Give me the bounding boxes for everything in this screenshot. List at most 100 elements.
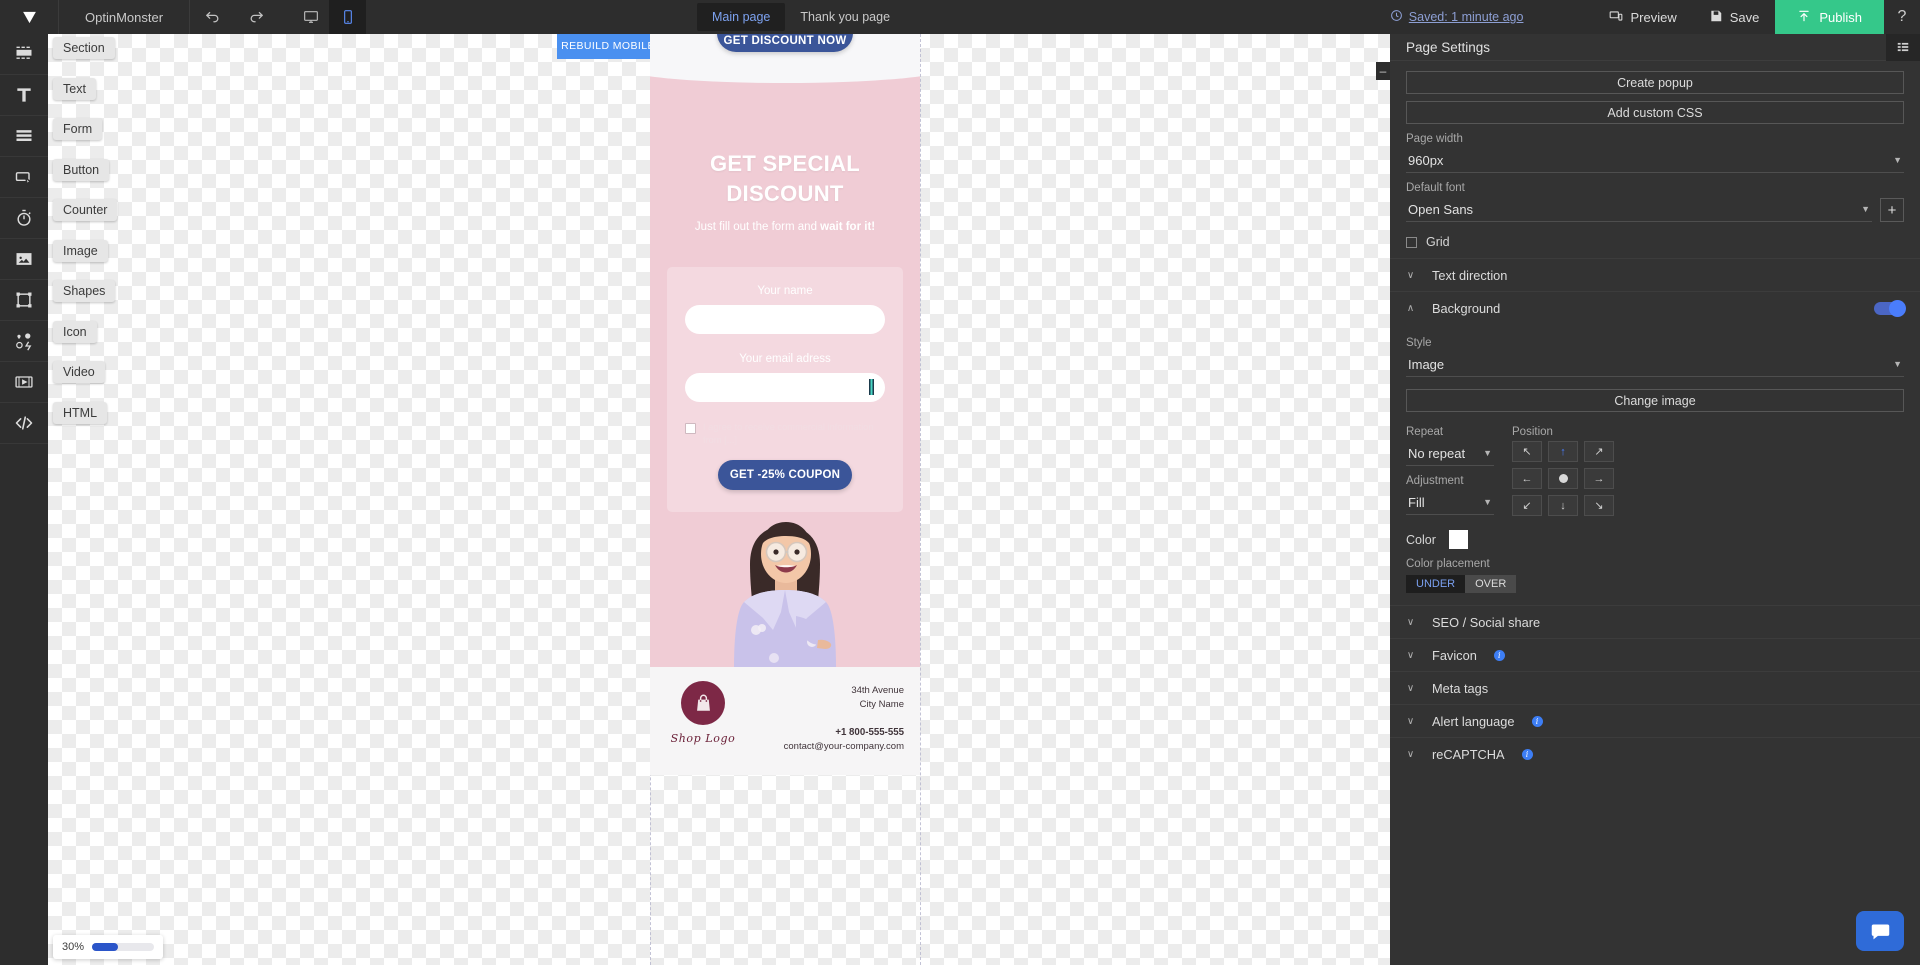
default-font-label: Default font (1406, 182, 1465, 194)
accordion-alert-language[interactable]: ∨ Alert language i (1390, 704, 1920, 737)
rebuild-mobile-badge[interactable]: REBUILD MOBILE (557, 34, 659, 59)
accordion-favicon[interactable]: ∨ Favicon i (1390, 638, 1920, 671)
brand-logo-icon[interactable] (0, 0, 58, 34)
palette-chip-text[interactable]: Text (53, 77, 96, 100)
desktop-view-icon[interactable] (292, 0, 330, 34)
preview-top-section[interactable]: GET DISCOUNT NOW (650, 34, 920, 67)
color-swatch[interactable] (1448, 530, 1468, 549)
accordion-seo-social-share[interactable]: ∨ SEO / Social share (1390, 605, 1920, 638)
code-brackets-icon[interactable] (0, 403, 48, 444)
text-t-icon[interactable] (0, 75, 48, 116)
change-image-button[interactable]: Change image (1406, 389, 1904, 412)
placement-under-button[interactable]: UNDER (1406, 575, 1466, 593)
default-font-value: Open Sans (1408, 201, 1474, 217)
page-footer[interactable]: Shop Logo 34th Avenue City Name +1 800-5… (650, 667, 920, 776)
email-field-wrap[interactable] (685, 373, 885, 403)
placement-over-button[interactable]: OVER (1465, 575, 1517, 593)
saved-label: Saved: 1 minute ago (1408, 10, 1524, 24)
section-icon[interactable] (0, 34, 48, 75)
name-field-wrap[interactable] (685, 305, 885, 335)
project-name[interactable]: OptinMonster (59, 10, 189, 25)
editor-canvas[interactable]: Section Text Form Button Counter Image S… (48, 34, 1390, 965)
guide-line-right (920, 34, 921, 965)
help-button[interactable]: ? (1884, 0, 1920, 34)
undo-icon[interactable] (190, 0, 234, 34)
position-top-right[interactable]: ↗ (1584, 441, 1614, 462)
palette-chip-icon[interactable]: Icon (53, 320, 97, 343)
palette-chip-button[interactable]: Button (53, 158, 110, 181)
accordion-background[interactable]: ∧ Background (1390, 291, 1920, 324)
create-popup-button[interactable]: Create popup (1406, 71, 1904, 94)
palette-chip-video[interactable]: Video (53, 361, 105, 383)
adjustment-select[interactable]: Fill ▼ (1406, 490, 1494, 515)
page-preview-frame[interactable]: GET DISCOUNT NOW GET SPECIAL DISCOUNT Ju… (650, 34, 920, 794)
background-style-value: Image (1408, 356, 1445, 372)
icons-cluster-icon[interactable] (0, 321, 48, 362)
position-grid: ↖ ↑ ↗ ← → ↙ ↓ ↘ (1512, 441, 1904, 516)
background-toggle[interactable] (1874, 299, 1906, 317)
info-icon[interactable]: i (1493, 649, 1505, 661)
consent-row[interactable]: I agree to receive commercial informatio… (685, 421, 885, 446)
position-column: Position ↖ ↑ ↗ ← → ↙ ↓ ↘ (1512, 426, 1904, 516)
hero-section[interactable]: GET SPECIAL DISCOUNT Just fill out the f… (650, 67, 920, 668)
accordion-recaptcha[interactable]: ∨ reCAPTCHA i (1390, 737, 1920, 770)
background-style-select[interactable]: Image ▼ (1406, 352, 1904, 377)
grid-toggle-row[interactable]: Grid (1406, 235, 1904, 249)
position-center[interactable] (1548, 468, 1578, 489)
position-bottom-left[interactable]: ↙ (1512, 495, 1542, 516)
mobile-view-icon[interactable] (329, 0, 367, 34)
palette-chip-image[interactable]: Image (53, 239, 108, 262)
redo-icon[interactable] (234, 0, 278, 34)
top-cta-button[interactable]: GET DISCOUNT NOW (717, 34, 853, 52)
video-film-icon[interactable] (0, 362, 48, 403)
palette-chip-form[interactable]: Form (53, 118, 103, 140)
palette-chip-shapes[interactable]: Shapes (53, 280, 116, 302)
position-top-left[interactable]: ↖ (1512, 441, 1542, 462)
form-rows-icon[interactable] (0, 116, 48, 157)
info-icon[interactable]: i (1531, 715, 1543, 727)
name-input[interactable] (685, 305, 885, 335)
button-cursor-icon[interactable] (0, 157, 48, 198)
accordion-meta-tags[interactable]: ∨ Meta tags (1390, 671, 1920, 704)
saved-status[interactable]: Saved: 1 minute ago (1390, 9, 1524, 25)
add-custom-css-button[interactable]: Add custom CSS (1406, 101, 1904, 124)
position-middle-right[interactable]: → (1584, 468, 1614, 489)
publish-button[interactable]: Publish (1775, 0, 1884, 34)
headline-line-2: DISCOUNT (726, 181, 844, 207)
zoom-slider[interactable] (92, 943, 154, 951)
tab-thank-you-page[interactable]: Thank you page (785, 3, 905, 31)
color-placement-label: Color placement (1406, 558, 1490, 570)
palette-chip-html[interactable]: HTML (53, 401, 108, 424)
signup-form[interactable]: Your name Your email adress I agree to r… (667, 267, 903, 513)
position-middle-left[interactable]: ← (1512, 468, 1542, 489)
image-icon[interactable] (0, 239, 48, 280)
grid-checkbox[interactable] (1406, 236, 1417, 248)
info-icon[interactable]: i (1521, 748, 1533, 760)
list-menu-icon[interactable] (1886, 34, 1920, 61)
tab-main-page[interactable]: Main page (697, 3, 786, 31)
email-input[interactable] (685, 373, 885, 403)
position-bottom-center[interactable]: ↓ (1548, 495, 1578, 516)
chat-bubble-icon[interactable] (1856, 911, 1904, 951)
zoom-control[interactable]: 30% (53, 935, 163, 959)
hero-subheadline: Just fill out the form and wait for it! (650, 221, 920, 233)
palette-chip-counter[interactable]: Counter (53, 199, 118, 221)
minus-icon[interactable]: – (1376, 62, 1390, 80)
consent-checkbox[interactable] (685, 423, 696, 435)
save-button[interactable]: Save (1693, 0, 1776, 34)
default-font-select[interactable]: Open Sans ▼ (1406, 197, 1872, 222)
floppy-disk-icon (1709, 9, 1723, 26)
position-top-center[interactable]: ↑ (1548, 441, 1578, 462)
repeat-select[interactable]: No repeat ▼ (1406, 441, 1494, 466)
stopwatch-icon[interactable] (0, 198, 48, 239)
page-width-select[interactable]: 960px ▼ (1406, 148, 1904, 173)
preview-button[interactable]: Preview (1593, 0, 1692, 34)
shapes-frame-icon[interactable] (0, 280, 48, 321)
add-font-button[interactable]: + (1880, 198, 1904, 222)
position-bottom-right[interactable]: ↘ (1584, 495, 1614, 516)
accordion-text-direction[interactable]: ∨ Text direction (1390, 258, 1920, 291)
footer-address-line2: City Name (859, 699, 904, 711)
submit-coupon-button[interactable]: GET -25% COUPON (718, 460, 852, 491)
chevron-down-icon: ∨ (1406, 682, 1415, 694)
palette-chip-section[interactable]: Section (53, 37, 115, 59)
